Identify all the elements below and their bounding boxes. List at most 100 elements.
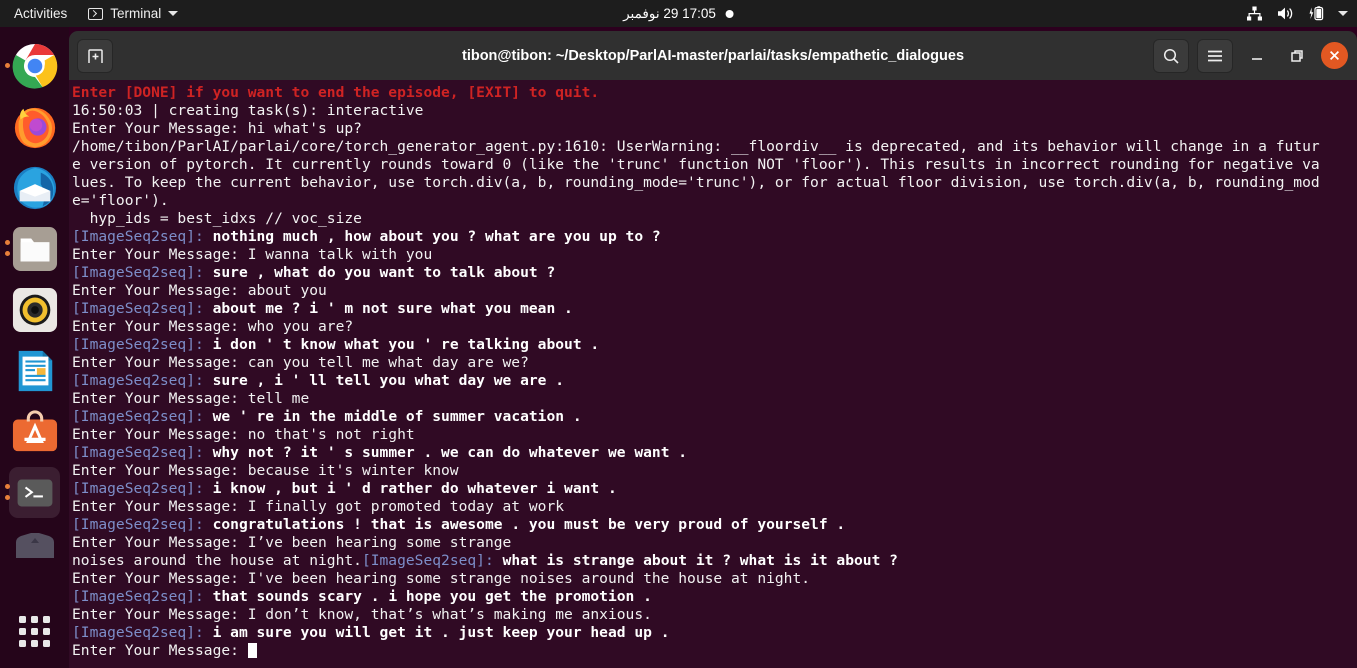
ubuntu-dock [0, 27, 69, 668]
ubuntu-software-icon [12, 409, 57, 451]
terminal-line-agent: [ImageSeq2seq]: i don ' t know what you … [72, 336, 1357, 354]
libreoffice-writer-icon [18, 350, 52, 391]
text-cursor[interactable] [247, 643, 257, 658]
maximize-button[interactable] [1281, 40, 1313, 72]
terminal-text: Enter [DONE] if you want to end the epis… [72, 84, 1357, 660]
line-text: Enter Your Message: I don’t know, that’s… [72, 606, 652, 623]
dock-item-terminal[interactable] [0, 462, 69, 523]
terminal-line-agent: [ImageSeq2seq]: congratulations ! that i… [72, 516, 1357, 534]
agent-response-text: sure , what do you want to talk about ? [212, 264, 556, 281]
agent-response-text: what is strange about it ? what is it ab… [502, 552, 898, 569]
agent-label: [ImageSeq2seq]: [72, 444, 213, 461]
agent-response-text: about me ? i ' m not sure what you mean … [212, 300, 573, 317]
terminal-line-agent: [ImageSeq2seq]: why not ? it ' s summer … [72, 444, 1357, 462]
hamburger-menu-icon [1208, 50, 1222, 61]
terminal-line: /home/tibon/ParlAI/parlai/core/torch_gen… [72, 138, 1357, 156]
dock-item-firefox[interactable] [0, 96, 69, 157]
line-text: Enter Your Message: about you [72, 282, 327, 299]
terminal-line: Enter Your Message: tell me [72, 390, 1357, 408]
search-button[interactable] [1153, 38, 1189, 73]
line-text: /home/tibon/ParlAI/parlai/core/torch_gen… [72, 138, 1320, 155]
terminal-line: 16:50:03 | creating task(s): interactive [72, 102, 1357, 120]
line-text: Enter Your Message: I finally got promot… [72, 498, 565, 515]
chevron-down-icon [168, 11, 179, 16]
window-titlebar: tibon@tibon: ~/Desktop/ParlAI-master/par… [69, 31, 1357, 80]
close-button[interactable] [1321, 42, 1348, 69]
window-controls [1153, 38, 1348, 73]
line-text: Enter Your Message: tell me [72, 390, 310, 407]
agent-response-text: i don ' t know what you ' re talking abo… [212, 336, 600, 353]
dock-item-libreoffice-writer[interactable] [0, 340, 69, 401]
minimize-button[interactable] [1241, 40, 1273, 72]
line-text: hyp_ids = best_idxs // voc_size [72, 210, 362, 227]
terminal-output-area[interactable]: Enter [DONE] if you want to end the epis… [69, 80, 1357, 668]
terminal-line: Enter Your Message: I wanna talk with yo… [72, 246, 1357, 264]
terminal-line: hyp_ids = best_idxs // voc_size [72, 210, 1357, 228]
running-indicator-icon [5, 483, 10, 489]
line-text: 16:50:03 | creating task(s): interactive [72, 102, 424, 119]
terminal-line: Enter Your Message: I've been hearing so… [72, 570, 1357, 588]
terminal-window: tibon@tibon: ~/Desktop/ParlAI-master/par… [69, 31, 1357, 668]
agent-label: [ImageSeq2seq]: [72, 228, 213, 245]
show-applications-button[interactable] [0, 604, 69, 658]
terminal-line-wrapped-agent: noises around the house at night.[ImageS… [72, 552, 1357, 570]
agent-response-text: that sounds scary . i hope you get the p… [212, 588, 652, 605]
hamburger-menu-button[interactable] [1197, 38, 1233, 73]
notice-text: Enter [DONE] if you want to end the epis… [72, 84, 600, 101]
chevron-down-icon[interactable] [1338, 11, 1348, 16]
line-text: Enter Your Message: hi what's up? [72, 120, 362, 137]
line-text: Enter Your Message: no that's not right [72, 426, 415, 443]
agent-label: [ImageSeq2seq]: [361, 552, 503, 569]
line-text: e version of pytorch. It currently round… [72, 156, 1320, 173]
minimize-icon [1252, 57, 1262, 60]
terminal-line: Enter Your Message: because it's winter … [72, 462, 1357, 480]
activities-button[interactable]: Activities [0, 0, 78, 27]
line-text: lues. To keep the current behavior, use … [72, 174, 1320, 191]
running-indicator-icon [5, 239, 10, 245]
system-tray[interactable] [1246, 5, 1348, 22]
dock-item-google-chrome[interactable] [0, 35, 69, 96]
line-text: Enter Your Message: I wanna talk with yo… [72, 246, 433, 263]
files-icon [12, 226, 57, 271]
agent-label: [ImageSeq2seq]: [72, 588, 213, 605]
terminal-line-agent: [ImageSeq2seq]: sure , what do you want … [72, 264, 1357, 282]
agent-response-text: why not ? it ' s summer . we can do what… [212, 444, 688, 461]
line-text: Enter Your Message: who you are? [72, 318, 354, 335]
dock-item-ubuntu-software[interactable] [0, 401, 69, 462]
search-icon [1163, 48, 1179, 64]
agent-label: [ImageSeq2seq]: [72, 300, 213, 317]
clock-button[interactable]: 17:05 29 نوفمبر [623, 6, 734, 22]
dock-item-trash[interactable] [0, 523, 69, 567]
agent-response-text: congratulations ! that is awesome . you … [212, 516, 846, 533]
agent-label: [ImageSeq2seq]: [72, 480, 213, 497]
show-applications-icon [19, 615, 50, 647]
agent-label: [ImageSeq2seq]: [72, 264, 213, 281]
prompt-label: Enter Your Message: [72, 642, 248, 659]
terminal-line-notice: Enter [DONE] if you want to end the epis… [72, 84, 1357, 102]
line-text: Enter Your Message: can you tell me what… [72, 354, 529, 371]
terminal-line: Enter Your Message: no that's not right [72, 426, 1357, 444]
terminal-line: lues. To keep the current behavior, use … [72, 174, 1357, 192]
rhythmbox-icon [12, 287, 57, 332]
terminal-line-agent: [ImageSeq2seq]: we ' re in the middle of… [72, 408, 1357, 426]
volume-icon [1278, 7, 1293, 20]
agent-response-text: nothing much , how about you ? what are … [212, 228, 661, 245]
terminal-line: Enter Your Message: I finally got promot… [72, 498, 1357, 516]
app-menu-label: Terminal [110, 6, 162, 21]
agent-label: [ImageSeq2seq]: [72, 624, 213, 641]
agent-label: [ImageSeq2seq]: [72, 372, 213, 389]
dock-item-files[interactable] [0, 218, 69, 279]
dock-item-thunderbird[interactable] [0, 157, 69, 218]
app-menu-terminal[interactable]: Terminal [78, 0, 188, 27]
terminal-line-agent: [ImageSeq2seq]: nothing much , how about… [72, 228, 1357, 246]
gnome-top-bar: Activities Terminal 17:05 29 نوفمبر [0, 0, 1357, 27]
record-dot-icon [725, 9, 734, 18]
firefox-icon [14, 107, 55, 148]
dock-item-rhythmbox[interactable] [0, 279, 69, 340]
new-tab-button[interactable] [77, 38, 113, 73]
clock-label: 17:05 29 نوفمبر [623, 5, 716, 21]
battery-charging-icon [1309, 6, 1324, 21]
user-message-continuation: noises around the house at night. [72, 552, 362, 569]
network-icon [1247, 6, 1262, 21]
thunderbird-icon [13, 166, 56, 209]
